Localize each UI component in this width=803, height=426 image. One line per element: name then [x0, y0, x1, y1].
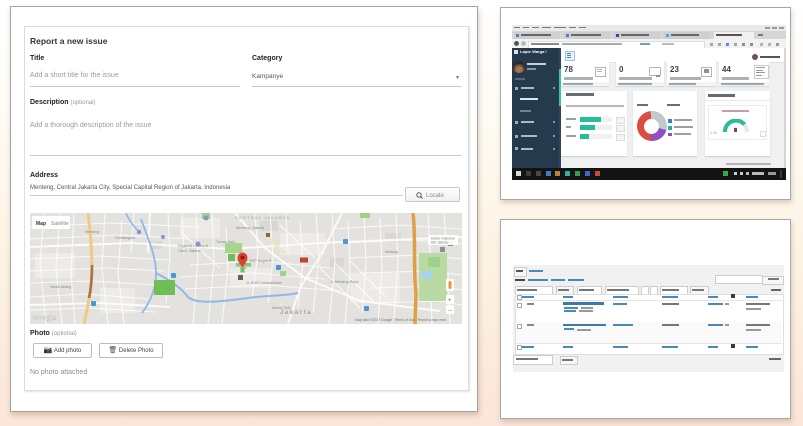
svg-text:Menteng: Menteng: [85, 230, 99, 234]
svg-text:Map data ©2017 Google Terms: Map data ©2017 Google Terms of Use Repor…: [355, 318, 447, 322]
svg-text:Menteng, Jakarta: Menteng, Jakarta: [236, 226, 264, 230]
svg-text:Map: Map: [36, 221, 46, 227]
svg-text:Jl. Menteng Raya: Jl. Menteng Raya: [330, 280, 358, 284]
svg-text:CENTRAL JAKARTA: CENTRAL JAKARTA: [235, 215, 290, 220]
svg-text:Regional Library of: Regional Library of: [178, 244, 208, 248]
svg-text:Jl. HOS Cokroaminoto: Jl. HOS Cokroaminoto: [246, 281, 282, 285]
svg-text:Jakarta: Jakarta: [280, 310, 312, 316]
svg-text:+: +: [448, 298, 452, 304]
svg-text:SMP Negeri 8: SMP Negeri 8: [249, 259, 271, 263]
svg-text:Taman Amir: Taman Amir: [216, 240, 236, 244]
svg-text:Satellite: Satellite: [51, 221, 69, 227]
svg-text:Cikini, Jakarta: Cikini, Jakarta: [178, 249, 201, 253]
svg-text:Tanah Abang: Tanah Abang: [50, 285, 71, 289]
svg-text:Kwitang: Kwitang: [385, 250, 398, 254]
svg-text:DKI Jakarta: DKI Jakarta: [431, 241, 448, 245]
svg-text:Google: Google: [32, 315, 56, 322]
svg-text:Gondangdia: Gondangdia: [115, 236, 135, 240]
